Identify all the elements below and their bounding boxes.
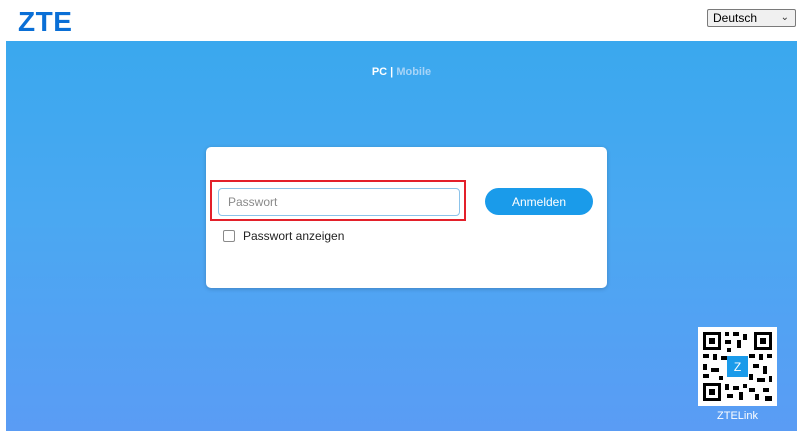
pc-view-link[interactable]: PC: [372, 66, 387, 78]
show-password-label: Passwort anzeigen: [243, 229, 345, 243]
password-input[interactable]: [218, 188, 460, 216]
login-background: PC | Mobile Anmelden Passwort anzeigen Z…: [6, 41, 797, 431]
top-bar: ZTE Deutsch ⌄: [0, 0, 803, 41]
view-mode-switch: PC | Mobile: [6, 66, 797, 78]
login-button[interactable]: Anmelden: [485, 188, 593, 215]
view-mode-separator: |: [390, 66, 394, 78]
svg-text:Z: Z: [734, 360, 741, 374]
mobile-view-link[interactable]: Mobile: [396, 66, 431, 78]
login-card: Anmelden Passwort anzeigen: [206, 147, 607, 288]
qr-label: ZTELink: [717, 410, 758, 422]
language-select[interactable]: Deutsch ⌄: [707, 9, 796, 27]
qr-code: Z: [698, 327, 777, 406]
language-select-value: Deutsch: [713, 11, 758, 25]
qr-code-graphic: Z: [698, 327, 777, 406]
zte-logo: ZTE: [18, 6, 73, 37]
chevron-down-icon: ⌄: [780, 12, 789, 23]
show-password-checkbox[interactable]: [223, 230, 235, 242]
show-password-toggle[interactable]: Passwort anzeigen: [223, 229, 344, 243]
ztelink-qr: Z ZTELink: [698, 327, 777, 431]
